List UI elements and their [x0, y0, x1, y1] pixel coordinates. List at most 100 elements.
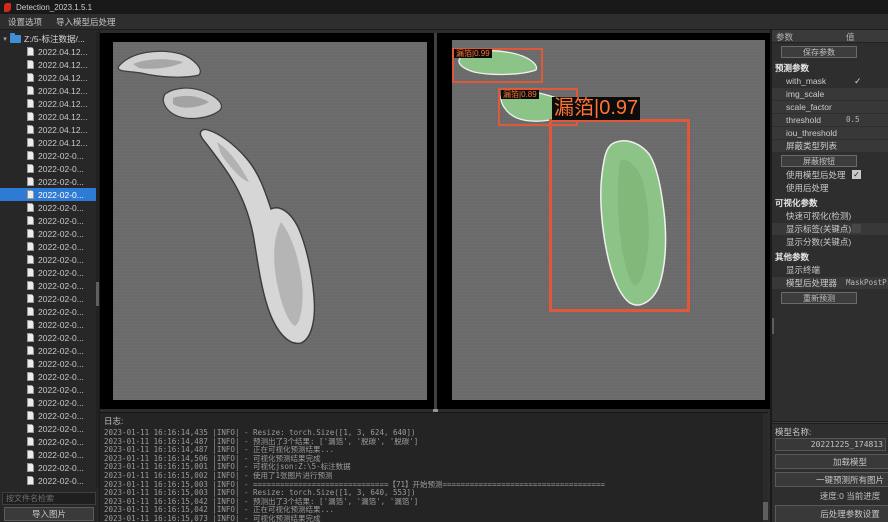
file-tree-item[interactable]: 2022-02-0... — [0, 409, 97, 422]
threshold-value[interactable]: 0.5 — [846, 114, 860, 126]
file-tree-item[interactable]: 2022.04.12... — [0, 110, 97, 123]
log-scrollbar[interactable] — [763, 413, 768, 522]
image-viewers: 漏箔|0.99漏箔|0.89漏箔|0.97 — [100, 33, 770, 409]
param-row-scale-factor[interactable]: scale_factor — [772, 101, 888, 113]
file-tree-item[interactable]: 2022.04.12... — [0, 136, 97, 149]
prediction-image: 漏箔|0.99漏箔|0.89漏箔|0.97 — [452, 40, 765, 400]
file-icon — [27, 125, 34, 134]
file-name: 2022-02-0... — [38, 268, 84, 278]
file-tree-item[interactable]: 2022-02-0... — [0, 292, 97, 305]
checkbox-unchecked-icon[interactable] — [852, 224, 861, 233]
tree-root-folder[interactable]: ▾ Z:/5-标注数据/... — [0, 32, 97, 45]
file-name: 2022-02-0... — [38, 177, 84, 187]
file-tree-item[interactable]: 2022-02-0... — [0, 188, 97, 201]
file-tree-item[interactable]: 2022-02-0... — [0, 175, 97, 188]
file-tree-item[interactable]: 2022-02-0... — [0, 162, 97, 175]
file-tree-item[interactable]: 2022.04.12... — [0, 58, 97, 71]
file-tree-item[interactable]: 2022.04.12... — [0, 97, 97, 110]
file-tree-item[interactable]: 2022-02-0... — [0, 357, 97, 370]
sidebar-scroll-thumb[interactable] — [96, 282, 99, 306]
file-tree-item[interactable]: 2022.04.12... — [0, 123, 97, 136]
file-tree-item[interactable]: 2022-02-0... — [0, 474, 97, 487]
param-row-use-post[interactable]: 使用后处理 — [772, 182, 888, 194]
file-tree-item[interactable]: 2022-02-0... — [0, 240, 97, 253]
file-tree-item[interactable]: 2022.04.12... — [0, 71, 97, 84]
param-label: img_scale — [786, 89, 824, 99]
search-input[interactable] — [2, 492, 96, 505]
parameter-panel: 参数 值 保存参数 预测参数 with_mask ✓ img_scale sca… — [770, 30, 888, 522]
file-tree-item[interactable]: 2022-02-0 — [0, 487, 97, 489]
file-name: 2022-02-0... — [38, 164, 84, 174]
import-images-button[interactable]: 导入图片 — [4, 507, 94, 521]
param-row-iou-threshold[interactable]: iou_threshold — [772, 127, 888, 139]
param-row-threshold[interactable]: threshold 0.5 — [772, 114, 888, 126]
file-tree-item[interactable]: 2022-02-0... — [0, 149, 97, 162]
model-post-processor-value[interactable]: MaskPostPro — [846, 277, 888, 289]
file-tree-item[interactable]: 2022.04.12... — [0, 84, 97, 97]
file-tree-item[interactable]: 2022-02-0... — [0, 383, 97, 396]
param-table-header: 参数 值 — [772, 30, 888, 43]
param-col-header: 参数 — [776, 31, 793, 43]
file-tree-item[interactable]: 2022-02-0... — [0, 305, 97, 318]
param-row-quick-vis[interactable]: 快速可视化(检测) — [772, 210, 888, 222]
file-tree-item[interactable]: 2022-02-0... — [0, 370, 97, 383]
param-row-with-mask[interactable]: with_mask ✓ — [772, 75, 888, 87]
file-icon — [27, 190, 34, 199]
save-params-button[interactable]: 保存参数 — [781, 46, 857, 58]
sidebar-scrollbar[interactable] — [96, 32, 99, 489]
file-tree-item[interactable]: 2022-02-0... — [0, 201, 97, 214]
file-name: 2022.04.12... — [38, 73, 88, 83]
param-label: with_mask — [786, 76, 826, 86]
file-tree-item[interactable]: 2022-02-0... — [0, 227, 97, 240]
chevron-down-icon[interactable]: ▾ — [0, 35, 10, 43]
file-name: 2022-02-0... — [38, 320, 84, 330]
file-icon — [27, 411, 34, 420]
check-icon[interactable]: ✓ — [854, 75, 862, 87]
log-area[interactable]: 日志: 2023-01-11 16:16:14,435 |INFO| - Res… — [100, 412, 768, 522]
param-label: 使用后处理 — [786, 183, 829, 193]
predict-all-button[interactable]: 一键预测所有图片 — [775, 472, 888, 487]
file-tree-item[interactable]: 2022-02-0... — [0, 253, 97, 266]
param-row-mask-type-list[interactable]: 屏蔽类型列表 — [772, 140, 888, 152]
file-tree-item[interactable]: 2022-02-0... — [0, 396, 97, 409]
menu-settings[interactable]: 设置选项 — [8, 16, 42, 28]
param-row-show-label[interactable]: 显示标签(关键点) — [772, 223, 888, 235]
log-line: 2023-01-11 16:16:15,073 |INFO| - 可视化预测结果… — [104, 515, 768, 522]
file-tree-item[interactable]: 2022-02-0... — [0, 214, 97, 227]
param-scroll-thumb[interactable] — [772, 318, 774, 334]
file-tree-item[interactable]: 2022-02-0... — [0, 266, 97, 279]
postprocess-settings-button[interactable]: 后处理参数设置 — [775, 505, 888, 522]
repredict-button[interactable]: 重新预测 — [781, 292, 857, 304]
param-row-model-post-processor[interactable]: 模型后处理器 MaskPostPro — [772, 277, 888, 289]
file-tree-item[interactable]: 2022-02-0... — [0, 279, 97, 292]
mask-button[interactable]: 屏蔽按钮 — [781, 155, 857, 167]
param-row-img-scale[interactable]: img_scale — [772, 88, 888, 100]
menu-import-postprocess[interactable]: 导入模型后处理 — [56, 16, 116, 28]
file-icon — [27, 320, 34, 329]
checkbox-checked-icon[interactable]: ✓ — [852, 170, 861, 179]
file-tree-item[interactable]: 2022-02-0... — [0, 435, 97, 448]
detection-box — [549, 119, 690, 312]
detection-label: 漏箔|0.99 — [454, 49, 492, 58]
model-name-field[interactable]: 20221225_174813 — [775, 438, 886, 451]
param-row-show-score[interactable]: 显示分数(关键点) — [772, 236, 888, 248]
log-title: 日志: — [104, 415, 768, 427]
original-image — [113, 42, 427, 400]
file-tree-item[interactable]: 2022-02-0... — [0, 344, 97, 357]
file-tree-item[interactable]: 2022-02-0... — [0, 318, 97, 331]
file-tree-item[interactable]: 2022-02-0... — [0, 331, 97, 344]
folder-icon — [10, 35, 21, 43]
param-row-use-model-post[interactable]: 使用模型后处理 ✓ — [772, 169, 888, 181]
param-label: 显示分数(关键点) — [786, 237, 851, 247]
prediction-image-panel[interactable]: 漏箔|0.99漏箔|0.89漏箔|0.97 — [437, 33, 770, 409]
file-tree-item[interactable]: 2022-02-0... — [0, 448, 97, 461]
file-tree-item[interactable]: 2022.04.12... — [0, 45, 97, 58]
file-tree-item[interactable]: 2022-02-0... — [0, 422, 97, 435]
file-icon — [27, 229, 34, 238]
param-row-show-terminal[interactable]: 显示终端 — [772, 264, 888, 276]
load-model-button[interactable]: 加载模型 — [775, 454, 888, 469]
file-name: 2022-02-0... — [38, 190, 84, 200]
log-scroll-thumb[interactable] — [763, 502, 768, 520]
original-image-panel[interactable] — [100, 33, 434, 409]
file-tree-item[interactable]: 2022-02-0... — [0, 461, 97, 474]
